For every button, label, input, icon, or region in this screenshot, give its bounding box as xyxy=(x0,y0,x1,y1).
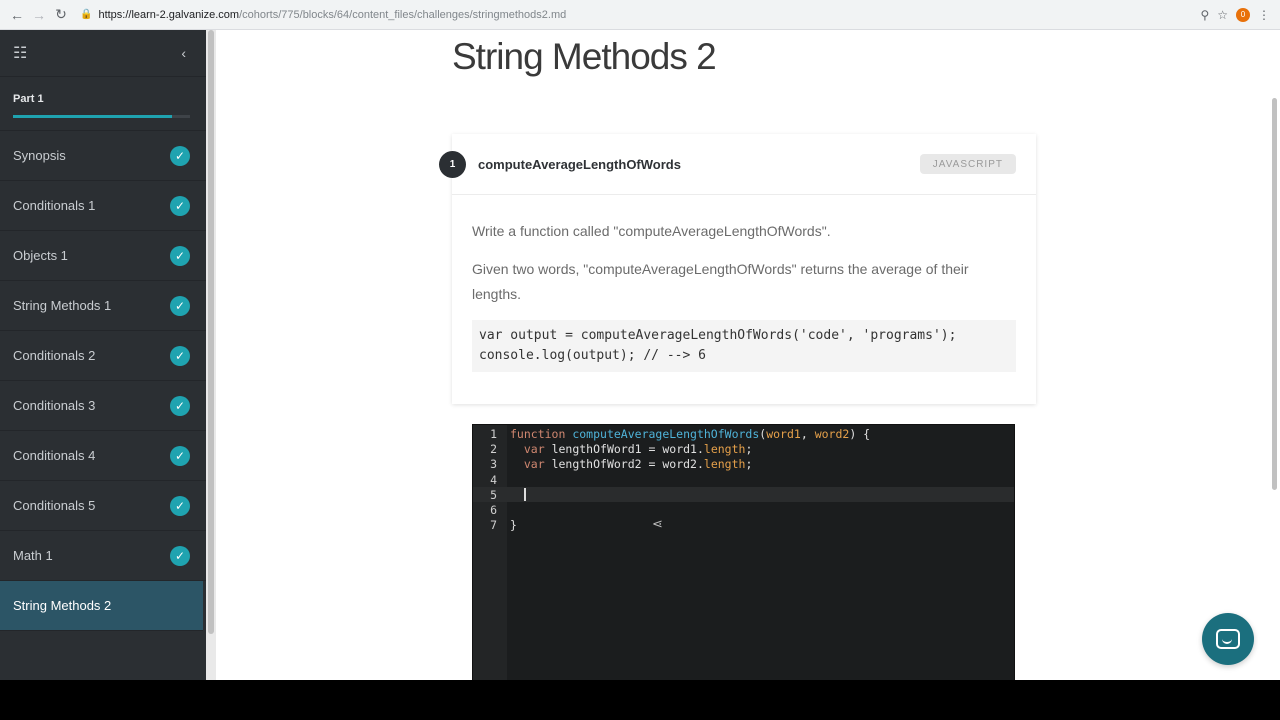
check-icon: ✓ xyxy=(170,195,190,216)
check-icon: ✓ xyxy=(170,145,190,166)
sidebar-item-label: String Methods 1 xyxy=(13,298,112,313)
sidebar-scrollbar[interactable] xyxy=(206,30,216,680)
sidebar-item[interactable]: Conditionals 2 ✓ xyxy=(0,331,206,381)
sidebar-item[interactable]: Objects 1 ✓ xyxy=(0,231,206,281)
line-code: function computeAverageLengthOfWords(wor… xyxy=(510,426,871,441)
editor-lines[interactable]: 1 function computeAverageLengthOfWords(wo… xyxy=(473,425,1014,533)
sidebar-item-label: Math 1 xyxy=(13,548,53,563)
forward-arrow-icon[interactable]: → xyxy=(28,4,50,26)
line-number: 6 xyxy=(490,503,497,518)
editor-line[interactable]: 3 var lengthOfWord2 = word2.length; xyxy=(473,457,1014,472)
line-code: var lengthOfWord1 = word1.length; xyxy=(523,441,753,456)
check-icon: ✓ xyxy=(170,245,190,266)
line-number: 1 xyxy=(490,426,497,441)
page-scrollbar[interactable] xyxy=(1270,30,1280,680)
check-icon: ✓ xyxy=(170,395,190,416)
line-number: 2 xyxy=(490,441,497,456)
reload-icon[interactable]: ↻ xyxy=(50,4,72,26)
check-icon: ✓ xyxy=(170,545,190,566)
sidebar-item[interactable]: Conditionals 5 ✓ xyxy=(0,481,206,531)
part-section: Part 1 xyxy=(0,77,206,131)
browser-actions: ⚲ ☆ 0 ⋮ xyxy=(1200,7,1270,22)
check-icon: ✓ xyxy=(170,445,190,466)
line-code: var lengthOfWord2 = word2.length; xyxy=(523,457,753,472)
editor-line[interactable]: 4 xyxy=(473,472,1014,487)
sidebar-scroll-thumb[interactable] xyxy=(208,30,214,634)
challenge-header: 1 computeAverageLengthOfWords JAVASCRIPT xyxy=(439,134,1036,195)
sidebar-item-label: Conditionals 4 xyxy=(13,448,96,463)
lock-icon: 🔒 xyxy=(80,9,93,20)
main-content: String Methods 2 1 computeAverageLengthO… xyxy=(216,30,1280,680)
back-arrow-icon[interactable]: ← xyxy=(6,4,28,26)
url-path: /cohorts/775/blocks/64/content_files/cha… xyxy=(239,8,567,21)
check-icon: ✓ xyxy=(170,495,190,516)
sidebar-item-label: Conditionals 3 xyxy=(13,398,96,413)
sidebar-item[interactable]: String Methods 1 ✓ xyxy=(0,281,206,331)
sidebar-item[interactable]: Conditionals 4 ✓ xyxy=(0,431,206,481)
sidebar-item[interactable]: String Methods 2 xyxy=(0,581,203,631)
line-number: 3 xyxy=(490,457,497,472)
address-bar[interactable]: 🔒 https://learn-2.galvanize.com/cohorts/… xyxy=(80,4,1200,26)
ibeam-cursor-icon: ⋖ xyxy=(652,516,663,531)
text-cursor xyxy=(524,488,526,502)
bookmark-star-icon[interactable]: ☆ xyxy=(1217,8,1228,22)
url-host: https://learn-2.galvanize.com xyxy=(98,8,240,21)
sidebar-item[interactable]: Conditionals 1 ✓ xyxy=(0,181,206,231)
sidebar-item[interactable]: Math 1 ✓ xyxy=(0,531,206,581)
sidebar-header: ☷ ‹ xyxy=(0,30,206,77)
challenge-name: computeAverageLengthOfWords xyxy=(478,156,681,172)
example-code-block: var output = computeAverageLengthOfWords… xyxy=(472,320,1016,372)
extension-icon[interactable]: 0 xyxy=(1236,7,1250,22)
sidebar-item-label: Conditionals 5 xyxy=(13,498,96,513)
editor-line[interactable]: 7} xyxy=(473,518,1014,533)
letterbox-bar xyxy=(0,680,1280,720)
line-number: 4 xyxy=(490,472,497,487)
chat-launcher-button[interactable] xyxy=(1202,613,1254,665)
check-icon: ✓ xyxy=(170,345,190,366)
check-icon: ✓ xyxy=(170,295,190,316)
challenge-number-badge: 1 xyxy=(439,151,466,178)
chat-bubble-icon xyxy=(1216,629,1240,649)
editor-line-current[interactable]: 5 xyxy=(473,487,1014,503)
sidebar-item-label: String Methods 2 xyxy=(13,598,112,613)
sidebar-items: Synopsis ✓ Conditionals 1 ✓ Objects 1 ✓ String… xyxy=(0,131,206,631)
line-code: } xyxy=(510,518,517,533)
editor-line[interactable]: 6 xyxy=(473,502,1014,517)
collapse-chevron-icon[interactable]: ‹ xyxy=(181,45,186,61)
code-editor[interactable]: 1 function computeAverageLengthOfWords(wo… xyxy=(472,424,1015,680)
part-label: Part 1 xyxy=(13,93,44,105)
sidebar-item-label: Conditionals 2 xyxy=(13,348,96,363)
apps-grid-icon[interactable]: ☷ xyxy=(13,43,27,63)
challenge-description: Write a function called "computeAverageL… xyxy=(452,195,1036,372)
part-progress-bar xyxy=(13,115,190,118)
example-line-1: var output = computeAverageLengthOfWords… xyxy=(479,328,957,343)
example-line-2: console.log(output); // --> 6 xyxy=(479,348,706,363)
sidebar-item[interactable]: Synopsis ✓ xyxy=(0,131,206,181)
sidebar-item[interactable]: Conditionals 3 ✓ xyxy=(0,381,206,431)
line-number: 7 xyxy=(490,518,497,533)
zoom-icon[interactable]: ⚲ xyxy=(1200,8,1209,22)
sidebar-item-label: Synopsis xyxy=(13,148,66,163)
browser-toolbar: ← → ↻ 🔒 https://learn-2.galvanize.com/co… xyxy=(0,0,1280,30)
course-sidebar: ☷ ‹ Part 1 Synopsis ✓ Conditionals 1 ✓ Objec… xyxy=(0,30,206,680)
editor-line[interactable]: 2 var lengthOfWord1 = word1.length; xyxy=(473,441,1014,456)
page-title: String Methods 2 xyxy=(452,36,717,77)
sidebar-item-label: Conditionals 1 xyxy=(13,198,96,213)
page-scroll-thumb[interactable] xyxy=(1272,98,1277,490)
line-number: 5 xyxy=(490,487,497,502)
browser-nav: ← → ↻ xyxy=(6,4,72,26)
editor-line[interactable]: 1 function computeAverageLengthOfWords(wo… xyxy=(473,426,1014,441)
challenge-card: 1 computeAverageLengthOfWords JAVASCRIPT… xyxy=(439,134,1036,404)
description-paragraph-2: Given two words, "computeAverageLengthOf… xyxy=(472,261,969,302)
language-badge: JAVASCRIPT xyxy=(919,154,1016,174)
part-progress-fill xyxy=(13,115,173,118)
description-paragraph-1: Write a function called "computeAverageL… xyxy=(472,223,831,239)
browser-menu-icon[interactable]: ⋮ xyxy=(1258,8,1270,22)
sidebar-item-label: Objects 1 xyxy=(13,248,68,263)
